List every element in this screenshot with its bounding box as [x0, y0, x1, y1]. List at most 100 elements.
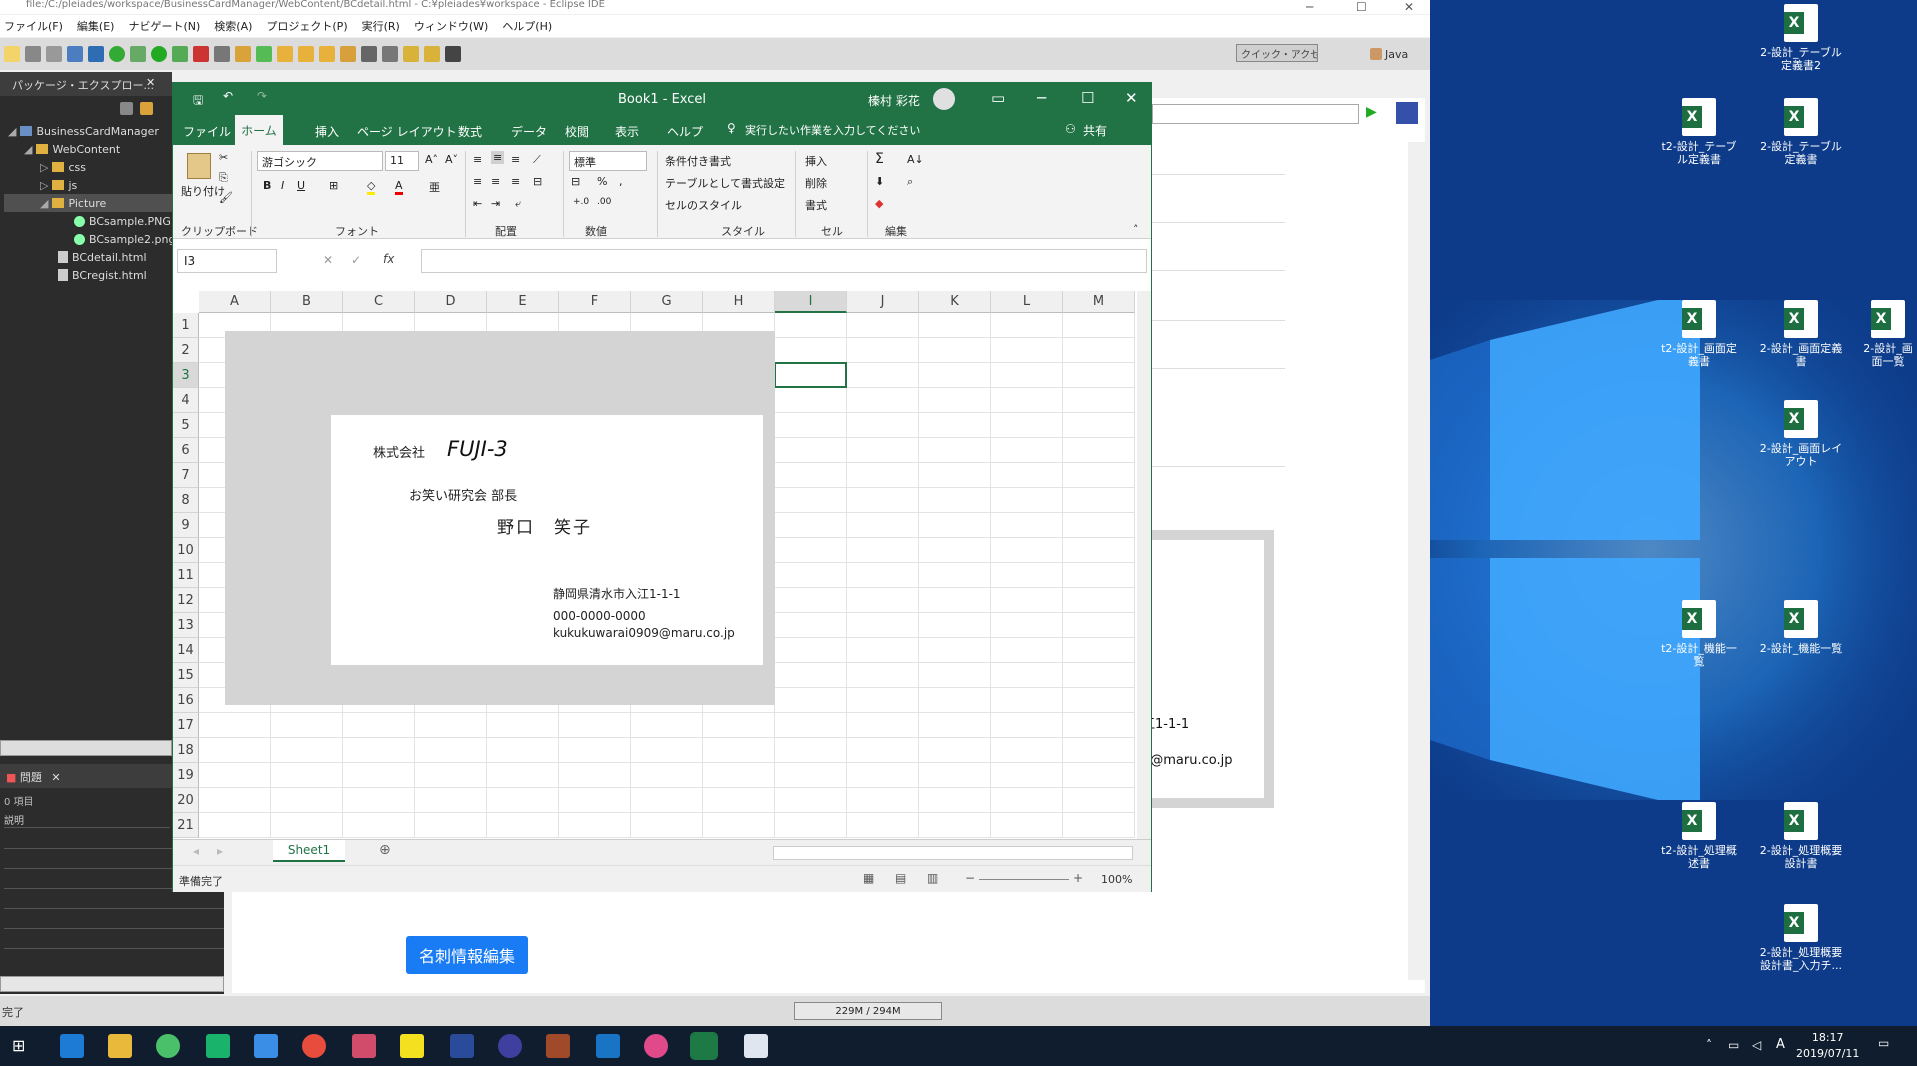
desktop-icon-excel[interactable]: X 2-設計_処理概要設計書	[1758, 802, 1844, 870]
tab-view[interactable]: 表示	[615, 123, 639, 140]
zoom-slider[interactable]	[979, 879, 1069, 880]
close-icon[interactable]: ✕	[51, 771, 60, 784]
font-name-select[interactable]: 游ゴシック	[257, 151, 383, 171]
photos-icon[interactable]	[744, 1034, 768, 1058]
find-icon[interactable]: ⌕	[907, 175, 913, 189]
autosum-icon[interactable]: Σ	[875, 151, 884, 167]
chevron-up-icon[interactable]: ˄	[1706, 1038, 1712, 1052]
save-icon[interactable]	[25, 46, 41, 62]
eclipse-ide-icon[interactable]	[498, 1034, 522, 1058]
problems-scrollbar[interactable]	[0, 976, 224, 992]
tree-item-picture[interactable]: ◢ Picture	[4, 194, 172, 212]
column-header-e[interactable]: E	[487, 291, 559, 313]
column-header-f[interactable]: F	[559, 291, 631, 313]
heap-status[interactable]: 229M / 294M	[794, 1002, 942, 1020]
link-editor-icon[interactable]	[140, 102, 153, 115]
app-icon[interactable]	[546, 1034, 570, 1058]
redo-icon[interactable]: ↷	[257, 89, 267, 103]
backlog-icon[interactable]	[206, 1034, 230, 1058]
eclipse-taskbar-icon[interactable]	[450, 1034, 474, 1058]
column-header-d[interactable]: D	[415, 291, 487, 313]
menu-window[interactable]: ウィンドウ(W)	[414, 18, 488, 34]
normal-view-icon[interactable]: ▦	[863, 871, 874, 885]
collapse-arrow-icon[interactable]: ▷	[40, 179, 48, 192]
format-cells-button[interactable]: 書式	[805, 197, 827, 213]
problems-column-header[interactable]: 説明	[4, 812, 170, 828]
shrink-font-icon[interactable]: A˅	[445, 153, 458, 166]
maximize-icon[interactable]: ☐	[1356, 0, 1367, 14]
column-header-a[interactable]: A	[199, 291, 271, 313]
ime-indicator[interactable]: A	[1776, 1037, 1785, 1052]
selected-cell[interactable]	[774, 362, 847, 388]
phonetic-icon[interactable]: 亜	[429, 179, 440, 195]
menu-file[interactable]: ファイル(F)	[4, 18, 63, 34]
column-header-m[interactable]: M	[1063, 291, 1135, 313]
italic-icon[interactable]: I	[281, 179, 284, 192]
paste-icon[interactable]	[187, 153, 211, 179]
back-icon[interactable]	[403, 46, 419, 62]
prev-sheet-icon[interactable]: ◂	[193, 844, 199, 858]
tell-me-input[interactable]: 実行したい作業を入力してください	[745, 122, 920, 138]
desktop-icon-excel[interactable]: X 2-設計_処理概要設計書_入力チ...	[1758, 904, 1844, 972]
slack-2-icon[interactable]	[644, 1034, 668, 1058]
menu-help[interactable]: ヘルプ(H)	[502, 18, 552, 34]
close-icon[interactable]: ✕	[146, 76, 155, 89]
save-icon[interactable]: 🖫	[193, 91, 203, 112]
tab-data[interactable]: データ	[511, 123, 547, 140]
desktop-icon-excel[interactable]: Xt2-設計_画面定義書	[1656, 300, 1742, 368]
build-icon[interactable]	[214, 46, 230, 62]
close-icon[interactable]: ✕	[1404, 0, 1414, 14]
insert-cells-button[interactable]: 挿入	[805, 153, 827, 169]
row-header-3[interactable]: 3	[173, 363, 199, 388]
fill-color-icon[interactable]: ◇	[367, 179, 376, 195]
edge-icon[interactable]	[60, 1034, 84, 1058]
start-icon[interactable]: ⊞	[12, 1036, 25, 1055]
edit-card-button[interactable]: 名刺情報編集	[406, 936, 528, 974]
row-header-15[interactable]: 15	[173, 663, 199, 688]
column-header-j[interactable]: J	[847, 291, 919, 313]
align-center-icon[interactable]: ≡	[491, 175, 500, 188]
volume-icon[interactable]: ◁	[1752, 1038, 1761, 1052]
row-header-21[interactable]: 21	[173, 813, 199, 838]
row-header-4[interactable]: 4	[173, 388, 199, 413]
tab-insert[interactable]: 挿入	[315, 123, 339, 140]
row-header-20[interactable]: 20	[173, 788, 199, 813]
tree-item-project[interactable]: ◢ BusinessCardManager	[8, 122, 159, 140]
expand-arrow-icon[interactable]: ◢	[8, 125, 16, 138]
tab-help[interactable]: ヘルプ	[667, 123, 703, 140]
row-header-9[interactable]: 9	[173, 513, 199, 538]
grow-font-icon[interactable]: A˄	[425, 153, 438, 166]
font-size-select[interactable]: 11	[385, 151, 419, 171]
worksheet-grid[interactable]: A B C D E F G H I J K L M 1 2 3 4 5 6 7 8 9 10 11 12 13 14 15 16 17 18…	[173, 291, 1137, 839]
decrease-decimal-icon[interactable]: .00	[597, 197, 611, 207]
row-header-10[interactable]: 10	[173, 538, 199, 563]
merge-icon[interactable]: ⊟	[533, 175, 542, 188]
maximize-icon[interactable]: ☐	[1081, 89, 1094, 107]
save-all-icon[interactable]	[46, 46, 62, 62]
new-icon[interactable]	[4, 46, 20, 62]
tab-page-layout[interactable]: ページ レイアウト	[357, 123, 457, 140]
server-icon[interactable]	[109, 46, 125, 62]
page-break-view-icon[interactable]: ▥	[927, 871, 938, 885]
paint-icon[interactable]	[254, 1034, 278, 1058]
chrome-icon[interactable]	[302, 1034, 326, 1058]
browser-url-input[interactable]	[1152, 104, 1359, 124]
number-format-select[interactable]: 標準	[569, 151, 647, 171]
network-icon[interactable]: ▭	[1728, 1038, 1739, 1052]
minimize-icon[interactable]: ─	[1037, 89, 1046, 107]
column-header-c[interactable]: C	[343, 291, 415, 313]
search-icon[interactable]	[361, 46, 377, 62]
settings-icon[interactable]	[88, 46, 104, 62]
row-header-17[interactable]: 17	[173, 713, 199, 738]
desktop-icon-excel[interactable]: Xt2-設計_テーブル定義書	[1656, 98, 1742, 166]
currency-icon[interactable]: ⊟	[571, 175, 580, 188]
tab-formulas[interactable]: 数式	[458, 123, 482, 140]
new-class-icon[interactable]	[256, 46, 272, 62]
forward-icon[interactable]	[424, 46, 440, 62]
bold-icon[interactable]: B	[263, 179, 271, 192]
desktop-icon-excel[interactable]: Xt2-設計_処理概述書	[1656, 802, 1742, 870]
fill-icon[interactable]: ⬇	[875, 175, 884, 188]
java-perspective-button[interactable]: Java	[1370, 44, 1426, 64]
zoom-level[interactable]: 100%	[1101, 873, 1132, 886]
column-header-g[interactable]: G	[631, 291, 703, 313]
